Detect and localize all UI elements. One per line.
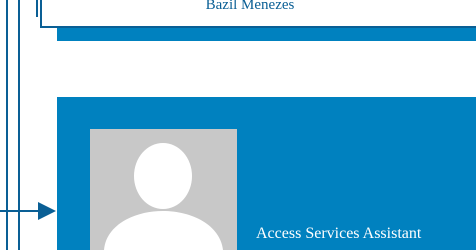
org-chart-canvas: Bazil Menezes Access Services Assistant	[0, 0, 476, 250]
arrow-right-icon	[38, 202, 56, 220]
connector-line-branch	[36, 0, 38, 17]
top-card-name: Bazil Menezes	[205, 0, 295, 13]
default-avatar-icon	[90, 129, 237, 250]
connector-line-inner	[18, 0, 20, 250]
connector-line-outer	[6, 0, 8, 250]
employee-title: Access Services Assistant	[256, 225, 422, 242]
